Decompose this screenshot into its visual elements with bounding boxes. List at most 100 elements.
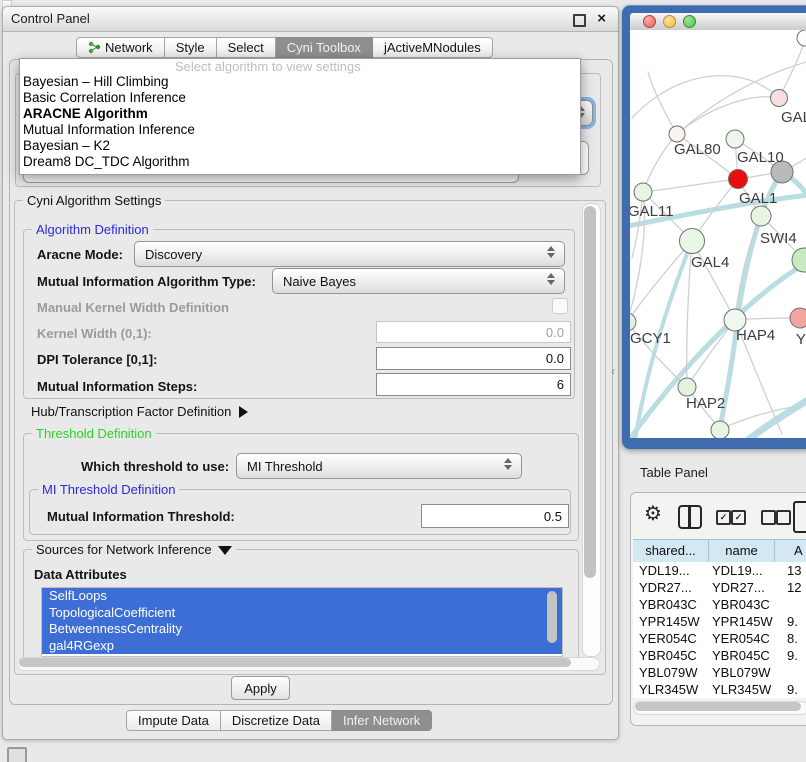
network-node[interactable] (726, 130, 744, 148)
data-attributes-list[interactable]: SelfLoopsTopologicalCoefficientBetweenne… (41, 587, 563, 657)
table-row[interactable]: YER054CYER054C8. (633, 630, 806, 647)
table-cell: YPR145W (709, 613, 775, 630)
node-label: GAL (781, 109, 806, 126)
column-header[interactable]: A (775, 540, 806, 562)
checked-box-icon-2[interactable]: ✓ (731, 510, 746, 525)
minimize-traffic-light[interactable] (663, 15, 676, 28)
dropdown-item[interactable]: Dream8 DC_TDC Algorithm (20, 154, 580, 170)
spinner-down-icon (547, 253, 555, 258)
network-node[interactable] (751, 206, 771, 226)
network-node[interactable] (634, 183, 652, 201)
table-row[interactable]: YBR043CYBR043C (633, 596, 806, 613)
float-panel-icon[interactable] (7, 747, 27, 762)
network-node[interactable] (797, 30, 806, 46)
dropdown-item[interactable]: Bayesian – Hill Climbing (20, 74, 580, 90)
zoom-traffic-light[interactable] (683, 15, 696, 28)
table-row[interactable]: YPR145WYPR145W9. (633, 613, 806, 630)
float-window-icon[interactable] (573, 14, 586, 27)
network-node[interactable] (771, 90, 788, 107)
which-threshold-combobox[interactable]: MI Threshold (236, 453, 522, 479)
settings-vscrollbar-thumb[interactable] (584, 206, 596, 578)
close-traffic-light[interactable] (643, 15, 656, 28)
dropdown-item[interactable]: Basic Correlation Inference (20, 90, 580, 106)
network-node[interactable] (729, 170, 748, 189)
close-icon[interactable]: × (597, 10, 606, 28)
network-canvas[interactable]: GALGAL80GAL10GAL1GAL11SWI4GAL4GCY1HAP4YH… (630, 30, 806, 438)
mi-type-combobox[interactable]: Naive Bayes (272, 268, 565, 294)
table-cell: YBL079W (633, 664, 709, 681)
network-node[interactable] (678, 378, 696, 396)
network-edge[interactable] (779, 40, 805, 98)
network-edge[interactable] (643, 134, 677, 192)
network-node[interactable] (669, 126, 685, 142)
node-label: Y (796, 331, 806, 348)
apply-button[interactable]: Apply (231, 676, 290, 700)
spinner-down-icon (547, 280, 555, 285)
network-edge[interactable] (630, 241, 692, 322)
panel-divider-chevron-icon[interactable]: ‹ (611, 364, 615, 378)
aracne-mode-combobox[interactable]: Discovery (134, 241, 565, 267)
kernel-width-value: 0.0 (546, 325, 564, 340)
settings-hscrollbar-thumb[interactable] (19, 658, 571, 667)
network-edge[interactable] (677, 97, 779, 134)
network-edge[interactable] (648, 72, 677, 134)
table-cell: YBR045C (633, 647, 709, 664)
tab-label: Network (105, 40, 153, 55)
gear-icon[interactable]: ⚙ (644, 504, 662, 524)
node-label: GAL10 (737, 149, 784, 166)
tab-network[interactable]: Network (76, 37, 165, 58)
attribute-list-item[interactable]: BetweennessCentrality (42, 621, 562, 638)
attribute-list-item[interactable]: SelfLoops (42, 588, 562, 605)
column-header[interactable]: shared... (633, 540, 709, 562)
unchecked-box-icon-2[interactable] (776, 510, 791, 525)
kernel-width-field[interactable]: 0.0 (376, 321, 571, 343)
table-cell: YBL079W (709, 664, 775, 681)
dpi-tolerance-field[interactable]: 0.0 (376, 347, 571, 370)
table-row[interactable]: YDL19...YDL19...13 (633, 562, 806, 579)
dropdown-item[interactable]: ARACNE Algorithm (20, 106, 580, 122)
table-cell: YDL19... (633, 562, 709, 579)
network-node[interactable] (630, 313, 636, 331)
network-edge[interactable] (643, 179, 738, 192)
tab-cyni-toolbox[interactable]: Cyni Toolbox (276, 37, 373, 58)
table-row[interactable]: YDR27...YDR27...12 (633, 579, 806, 596)
columns-icon[interactable] (678, 505, 702, 529)
unchecked-box-icon-1[interactable] (761, 510, 776, 525)
network-node[interactable] (790, 308, 806, 328)
table-body: YDL19...YDL19...13YDR27...YDR27...12YBR0… (633, 562, 806, 698)
table-hscrollbar-thumb[interactable] (635, 702, 801, 711)
table-row[interactable]: YBL079WYBL079W (633, 664, 806, 681)
network-node[interactable] (680, 229, 705, 254)
document-icon[interactable] (793, 501, 806, 533)
table-header[interactable]: shared...nameA (633, 539, 806, 563)
subtab-impute-data[interactable]: Impute Data (126, 710, 221, 731)
hub-definition-expander[interactable]: Hub/Transcription Factor Definition (31, 404, 248, 419)
tab-select[interactable]: Select (217, 37, 276, 58)
attributes-list-scrollbar[interactable] (547, 591, 557, 643)
mi-steps-field[interactable]: 6 (376, 373, 571, 396)
mi-threshold-field[interactable]: 0.5 (421, 504, 569, 528)
dropdown-item[interactable]: Mutual Information Inference (20, 122, 580, 138)
network-node[interactable] (711, 421, 729, 438)
spinner-up-icon (547, 273, 555, 278)
subtab-infer-network[interactable]: Infer Network (332, 710, 432, 731)
column-header[interactable]: name (709, 540, 775, 562)
attribute-list-item[interactable]: gal4RGexp (42, 638, 562, 655)
network-edge[interactable] (692, 241, 735, 320)
table-row[interactable]: YLR345WYLR345W9. (633, 681, 806, 698)
node-label: GAL11 (630, 203, 674, 220)
subtab-discretize-data[interactable]: Discretize Data (221, 710, 332, 731)
dropdown-item[interactable]: Bayesian – K2 (20, 138, 580, 154)
network-edge[interactable] (748, 400, 806, 438)
checked-box-icon-1[interactable]: ✓ (716, 510, 731, 525)
tab-style[interactable]: Style (165, 37, 217, 58)
control-panel-titlebar: Control Panel × (3, 7, 618, 32)
mi-threshold-group-title: MI Threshold Definition (38, 482, 179, 497)
table-cell: 9. (775, 681, 806, 698)
table-row[interactable]: YBR045CYBR045C9. (633, 647, 806, 664)
tab-jactivemnodules[interactable]: jActiveMNodules (373, 37, 493, 58)
manual-kernel-checkbox[interactable] (552, 298, 568, 314)
kernel-width-label: Kernel Width (0,1): (37, 326, 152, 341)
tab-label: Impute Data (138, 713, 209, 728)
attribute-list-item[interactable]: TopologicalCoefficient (42, 605, 562, 622)
